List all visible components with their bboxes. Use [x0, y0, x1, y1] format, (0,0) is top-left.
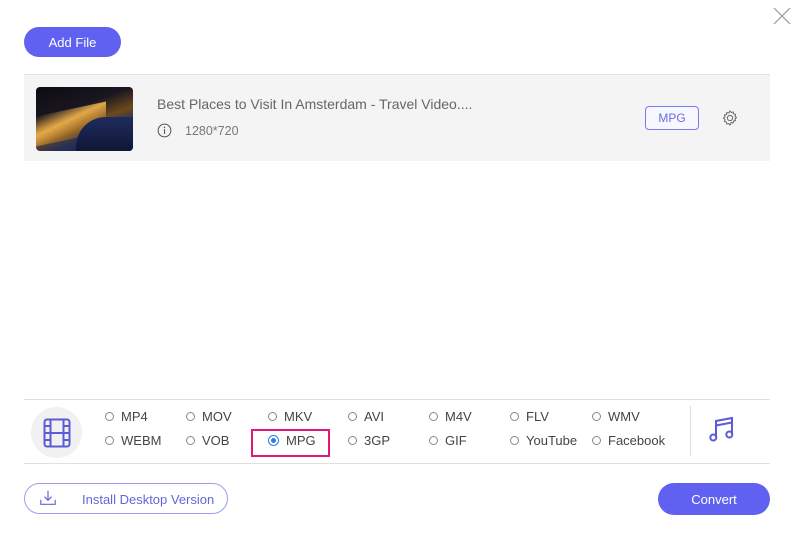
radio-button[interactable]: [186, 436, 195, 445]
output-format-badge[interactable]: MPG: [645, 106, 699, 130]
format-option-label: MOV: [202, 409, 232, 424]
file-title: Best Places to Visit In Amsterdam - Trav…: [157, 96, 473, 112]
install-label: Install Desktop Version: [82, 492, 215, 507]
format-selector-panel: MP4 MOV MKV AVI M4V FLV WMV WEBM VOB MPG 3GP GIF You…: [24, 399, 770, 464]
selected-format-highlight: [251, 429, 330, 457]
format-option-m4v[interactable]: M4V: [429, 409, 472, 424]
add-file-button[interactable]: Add File: [24, 27, 121, 57]
format-option-label: WMV: [608, 409, 640, 424]
format-option-label: VOB: [202, 433, 230, 448]
film-strip-icon: [43, 418, 70, 447]
radio-button[interactable]: [510, 412, 519, 421]
format-option-label: Facebook: [608, 433, 666, 448]
format-option-avi[interactable]: AVI: [348, 409, 384, 424]
format-option-label: 3GP: [364, 433, 391, 448]
format-option-facebook[interactable]: Facebook: [592, 433, 665, 448]
install-desktop-version-button[interactable]: Install Desktop Version: [24, 483, 228, 514]
format-option-webm[interactable]: WEBM: [105, 433, 161, 448]
info-icon[interactable]: [157, 123, 172, 138]
format-option-label: YouTube: [526, 433, 578, 448]
format-option-mkv[interactable]: MKV: [268, 409, 312, 424]
format-option-mp4[interactable]: MP4: [105, 409, 148, 424]
format-option-gif[interactable]: GIF: [429, 433, 467, 448]
format-option-label: GIF: [445, 433, 467, 448]
video-thumbnail: [36, 87, 133, 151]
format-option-label: FLV: [526, 409, 549, 424]
settings-gear-icon[interactable]: [721, 109, 739, 127]
format-option-vob[interactable]: VOB: [186, 433, 229, 448]
download-icon: [40, 490, 56, 505]
convert-button[interactable]: Convert: [658, 483, 770, 515]
format-option-label: M4V: [445, 409, 472, 424]
video-format-tab[interactable]: [31, 407, 82, 458]
format-option-label: AVI: [364, 409, 384, 424]
radio-button[interactable]: [429, 436, 438, 445]
radio-button[interactable]: [348, 412, 357, 421]
format-option-youtube[interactable]: YouTube: [510, 433, 577, 448]
radio-button[interactable]: [429, 412, 438, 421]
radio-button[interactable]: [186, 412, 195, 421]
format-option-label: MKV: [284, 409, 313, 424]
file-resolution: 1280*720: [185, 124, 239, 138]
radio-button[interactable]: [105, 436, 114, 445]
close-button[interactable]: [772, 6, 792, 26]
radio-button[interactable]: [348, 436, 357, 445]
format-option-flv[interactable]: FLV: [510, 409, 549, 424]
format-option-3gp[interactable]: 3GP: [348, 433, 390, 448]
format-option-mov[interactable]: MOV: [186, 409, 232, 424]
format-option-label: MP4: [121, 409, 148, 424]
radio-button[interactable]: [105, 412, 114, 421]
radio-button[interactable]: [592, 436, 601, 445]
close-icon: [773, 7, 791, 25]
file-list-item: Best Places to Visit In Amsterdam - Trav…: [24, 74, 770, 161]
format-option-wmv[interactable]: WMV: [592, 409, 640, 424]
divider: [690, 406, 691, 456]
radio-button[interactable]: [592, 412, 601, 421]
radio-button[interactable]: [510, 436, 519, 445]
audio-format-tab-music-icon[interactable]: [707, 414, 737, 444]
radio-button[interactable]: [268, 412, 277, 421]
format-option-label: WEBM: [121, 433, 162, 448]
